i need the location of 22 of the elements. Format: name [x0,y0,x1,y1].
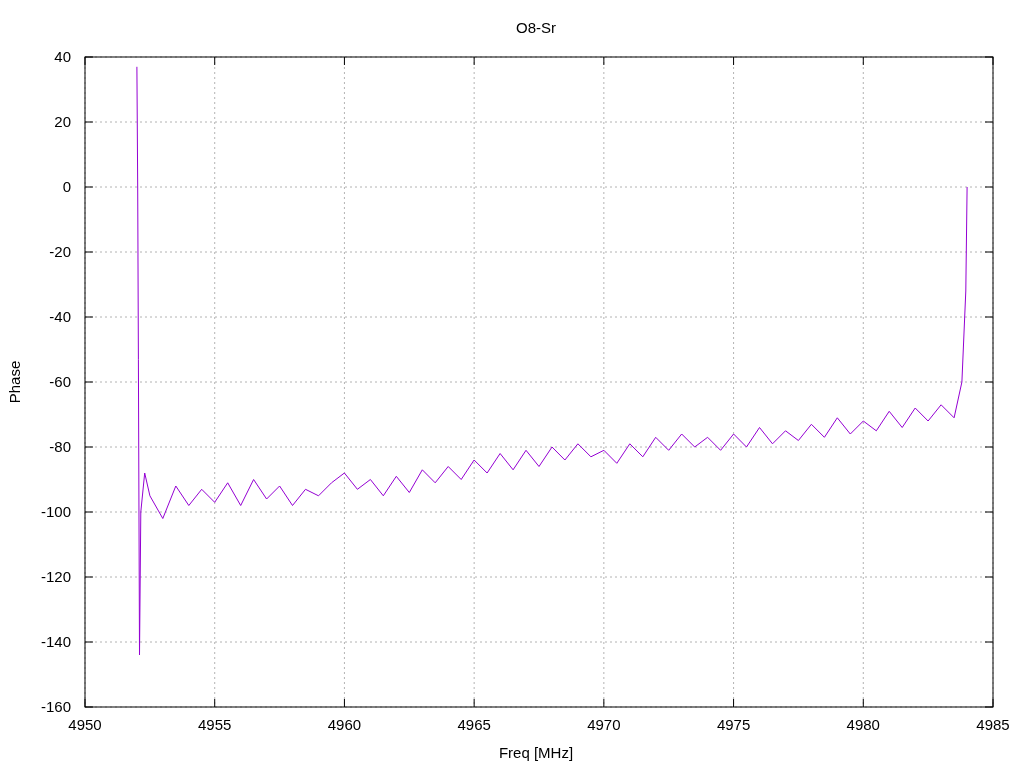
tick-label: 4950 [68,716,102,733]
tick-label: -160 [40,698,71,715]
tick-label: -140 [40,633,71,650]
chart-title: O8-Sr [516,19,556,36]
tick-label: 4960 [327,716,362,733]
tick-label: -100 [40,503,71,520]
tick-label: 4980 [846,716,880,733]
tick-label: -120 [40,568,71,585]
tick-label: 4965 [457,716,491,733]
tick-label: 0 [62,178,71,195]
tick-label: 20 [54,113,71,130]
tick-label: -20 [49,243,71,260]
tick-label: -40 [49,308,71,325]
tick-label: 40 [54,48,71,65]
tick-label: 4985 [976,716,1010,733]
tick-label: 4955 [198,716,232,733]
x-axis-label: Freq [MHz] [498,744,574,761]
tick-label: 4970 [587,716,621,733]
tick-label: -60 [49,373,71,390]
tick-label: -80 [49,438,71,455]
tick-label: 4975 [716,716,751,733]
y-axis-label: Phase [6,360,23,404]
